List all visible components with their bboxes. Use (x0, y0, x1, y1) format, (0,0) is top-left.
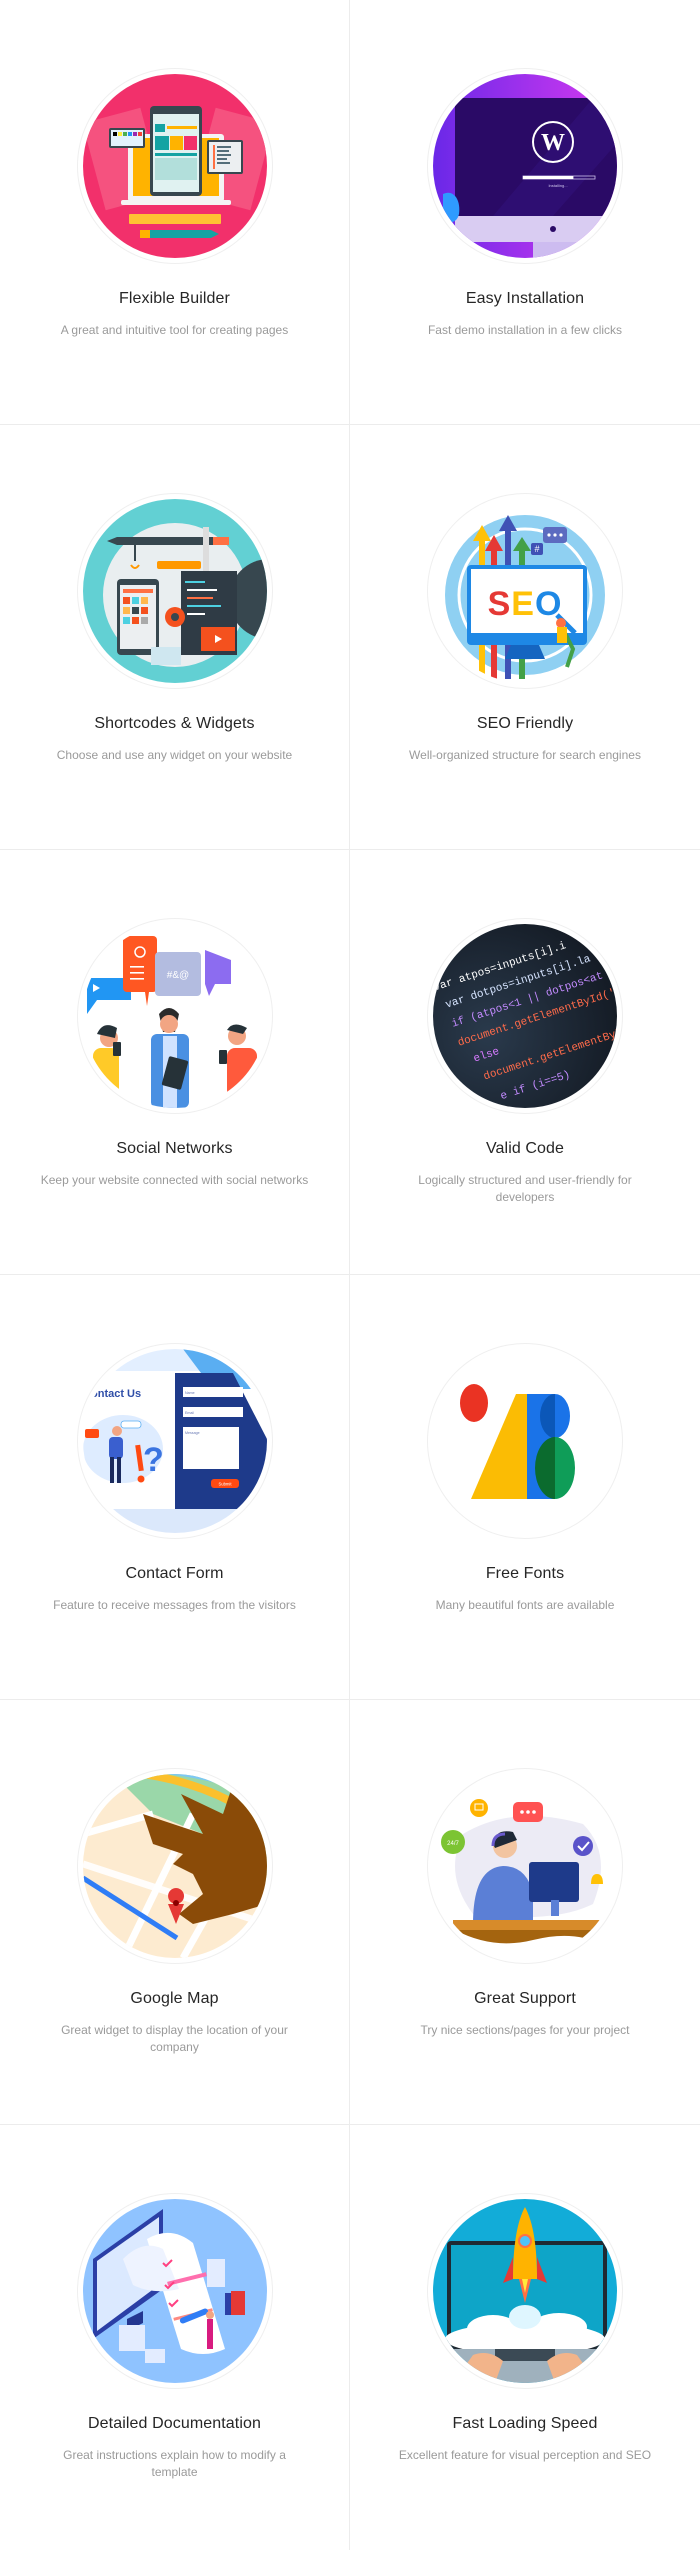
feature-title: Detailed Documentation (88, 2415, 261, 2432)
feature-image-frame (427, 2193, 623, 2389)
map-pin-illustration (83, 1774, 267, 1958)
page-builder-illustration (83, 74, 267, 258)
feature-title: Flexible Builder (119, 290, 230, 307)
feature-image-frame (77, 493, 273, 689)
widgets-illustration (83, 499, 267, 683)
svg-text:#: # (534, 544, 539, 554)
feature-image-frame: #&@ (77, 918, 273, 1114)
svg-text:#&@: #&@ (167, 970, 189, 981)
svg-text:Name: Name (185, 1391, 195, 1395)
svg-text:W: W (541, 130, 565, 156)
feature-image-frame: Name Email Message Submit ontact Us ? (77, 1343, 273, 1539)
feature-description: Keep your website connected with social … (40, 1173, 309, 1187)
documentation-illustration (83, 2199, 267, 2383)
feature-card-google-map: Google Map Great widget to display the l… (0, 1700, 350, 2125)
support-agent-illustration: 24/7 (433, 1774, 617, 1958)
features-grid: Flexible Builder A great and intuitive t… (0, 0, 700, 2550)
feature-card-contact-form: Name Email Message Submit ontact Us ? Co… (0, 1275, 350, 1700)
feature-title: Valid Code (485, 1140, 565, 1157)
feature-card-easy-installation: W Installing... Easy Installation Fast d… (350, 0, 700, 425)
feature-image-frame (77, 2193, 273, 2389)
feature-card-flexible-builder: Flexible Builder A great and intuitive t… (0, 0, 350, 425)
feature-title: Easy Installation (465, 290, 585, 307)
feature-image-frame: 24/7 (427, 1768, 623, 1964)
feature-card-shortcodes-widgets: Shortcodes & Widgets Choose and use any … (0, 425, 350, 850)
google-fonts-logo (433, 1349, 617, 1533)
feature-title: Google Map (130, 1990, 219, 2007)
svg-text:Installing...: Installing... (548, 183, 567, 188)
contact-form-illustration: Name Email Message Submit ontact Us ? (83, 1349, 267, 1533)
feature-title: Free Fonts (485, 1565, 565, 1582)
feature-card-valid-code: var atpos=inputs[i].i var dotpos=inputs[… (350, 850, 700, 1275)
wordpress-install-illustration: W Installing... (433, 74, 617, 258)
rocket-laptop-illustration (433, 2199, 617, 2383)
svg-text:Submit: Submit (218, 1482, 232, 1487)
svg-text:Message: Message (185, 1431, 200, 1435)
feature-image-frame: var atpos=inputs[i].i var dotpos=inputs[… (427, 918, 623, 1114)
feature-description: Excellent feature for visual perception … (398, 2448, 652, 2462)
seo-illustration: SEO # (433, 499, 617, 683)
feature-card-social-networks: #&@ Social Networks Keep your website co… (0, 850, 350, 1275)
feature-description: Choose and use any widget on your websit… (56, 748, 293, 762)
feature-card-free-fonts: Free Fonts Many beautiful fonts are avai… (350, 1275, 700, 1700)
feature-title: Shortcodes & Widgets (94, 715, 255, 732)
feature-title: Social Networks (116, 1140, 233, 1157)
feature-description: Great instructions explain how to modify… (63, 2448, 286, 2479)
feature-title: Great Support (474, 1990, 576, 2007)
feature-image-frame (77, 68, 273, 264)
feature-card-seo-friendly: SEO # SEO Friendly Well-organized struct… (350, 425, 700, 850)
feature-image-frame: SEO # (427, 493, 623, 689)
feature-description: Great widget to display the location of … (61, 2023, 288, 2054)
install-progress-fill (523, 176, 574, 179)
social-networks-illustration: #&@ (83, 924, 267, 1108)
feature-title: Contact Form (125, 1565, 224, 1582)
code-illustration: var atpos=inputs[i].i var dotpos=inputs[… (433, 924, 617, 1108)
feature-description: Feature to receive messages from the vis… (53, 1598, 296, 1612)
feature-description: Well-organized structure for search engi… (409, 748, 641, 762)
feature-title: Fast Loading Speed (452, 2415, 598, 2432)
feature-image-frame: W Installing... (427, 68, 623, 264)
feature-card-detailed-documentation: Detailed Documentation Great instruction… (0, 2125, 350, 2550)
feature-description: Many beautiful fonts are available (435, 1598, 615, 1612)
feature-card-fast-loading-speed: Fast Loading Speed Excellent feature for… (350, 2125, 700, 2550)
svg-text:ontact Us: ontact Us (91, 1388, 141, 1400)
svg-text:Email: Email (185, 1411, 194, 1415)
feature-title: SEO Friendly (476, 715, 574, 732)
feature-description: Try nice sections/pages for your project (420, 2023, 630, 2037)
feature-image-frame (77, 1768, 273, 1964)
feature-card-great-support: 24/7 Great Support Try nice sections/pag… (350, 1700, 700, 2125)
feature-description: Fast demo installation in a few clicks (427, 323, 623, 337)
svg-text:24/7: 24/7 (447, 1841, 459, 1847)
seo-screen-text: SEO (488, 585, 563, 623)
feature-description: Logically structured and user-friendly f… (418, 1173, 632, 1204)
feature-image-frame (427, 1343, 623, 1539)
svg-text:?: ? (143, 1441, 164, 1479)
feature-description: A great and intuitive tool for creating … (60, 323, 289, 337)
